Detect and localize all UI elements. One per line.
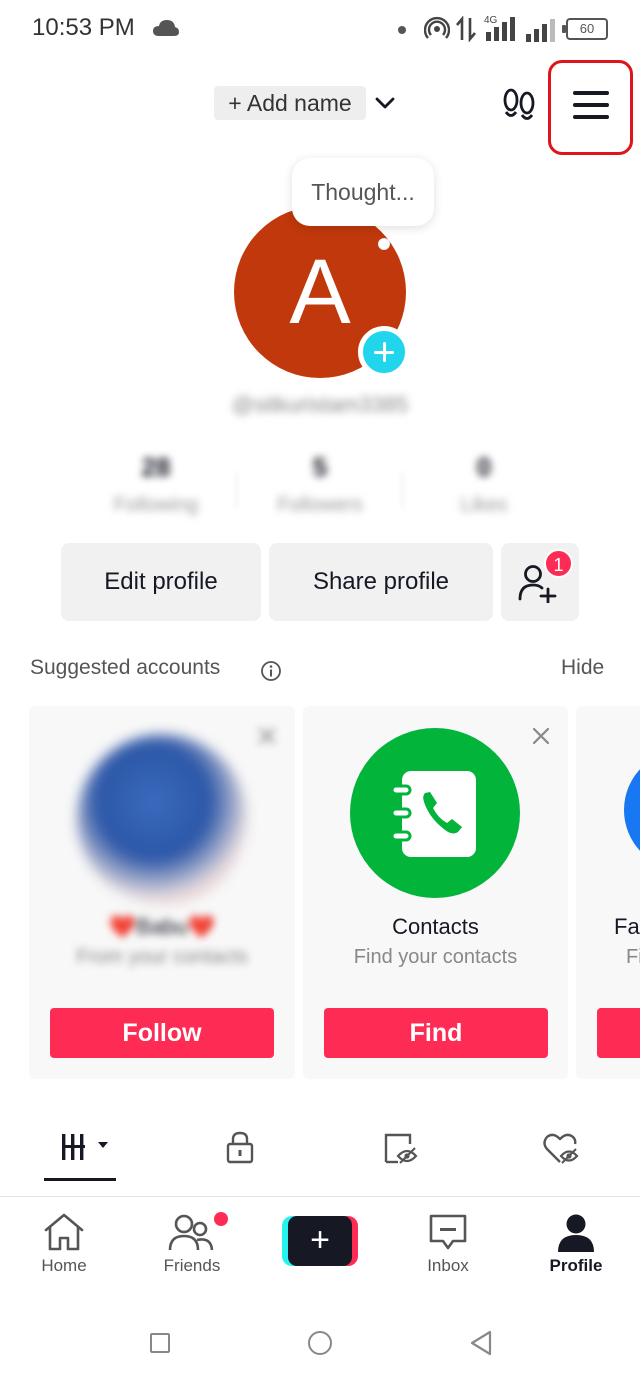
tab-active-indicator	[44, 1178, 116, 1181]
nav-profile-label: Profile	[549, 1256, 603, 1275]
create-button[interactable]: +	[282, 1216, 358, 1266]
inbox-icon	[429, 1214, 467, 1250]
add-avatar-button[interactable]	[358, 326, 410, 378]
stat-following-count[interactable]: 28	[86, 452, 226, 483]
tab-videos[interactable]	[0, 1120, 160, 1180]
find-button[interactable]: Find	[324, 1008, 548, 1058]
reposts-icon	[384, 1133, 418, 1164]
facebook-icon-circle	[624, 750, 640, 870]
card3-subtitle: Fi	[626, 946, 640, 968]
thought-bubble[interactable]: Thought...	[292, 158, 434, 226]
close-icon[interactable]	[257, 726, 277, 746]
data-transfer-icon	[456, 16, 476, 42]
cloud-icon	[153, 20, 179, 36]
tabs-divider	[0, 1196, 640, 1197]
stat-likes-label: Likes	[460, 494, 508, 516]
status-time: 10:53 PM	[32, 14, 135, 41]
tab-liked[interactable]	[480, 1120, 640, 1180]
suggested-user-photo[interactable]	[77, 734, 247, 904]
friends-notification-dot	[214, 1212, 228, 1226]
plus-icon: +	[288, 1216, 352, 1266]
contacts-subtitle: Find your contacts	[353, 946, 518, 968]
hotspot-icon	[424, 16, 450, 39]
recent-apps-button[interactable]	[150, 1333, 170, 1353]
nav-inbox-label: Inbox	[427, 1256, 469, 1275]
close-icon[interactable]	[531, 726, 551, 746]
tab-reposts[interactable]	[320, 1120, 480, 1180]
home-icon	[44, 1213, 84, 1251]
suggested-card: ❤️Babu❤️ From your contacts Follow	[29, 706, 295, 1079]
footprint-icon[interactable]	[500, 86, 538, 122]
contact-book-icon	[390, 771, 476, 857]
signal-icon-secondary	[526, 19, 555, 42]
battery-icon: 60	[562, 18, 608, 40]
hide-suggested-link[interactable]: Hide	[561, 656, 604, 680]
menu-button[interactable]	[548, 60, 633, 155]
chevron-down-icon[interactable]	[374, 92, 396, 114]
stat-divider	[402, 472, 403, 508]
follow-button[interactable]: Follow	[50, 1008, 274, 1058]
share-profile-button[interactable]: Share profile	[269, 543, 493, 621]
svg-text:4G: 4G	[484, 15, 498, 26]
suggested-accounts-title: Suggested accounts	[30, 656, 221, 679]
videos-grid-icon	[62, 1134, 108, 1160]
nav-profile[interactable]: Profile	[526, 1212, 626, 1282]
add-name-button[interactable]: + Add name	[214, 86, 366, 120]
thought-bubble-tail	[378, 238, 390, 250]
stat-followers-label: Followers	[277, 494, 363, 516]
nav-inbox[interactable]: Inbox	[398, 1212, 498, 1282]
menu-icon	[573, 91, 609, 95]
back-icon[interactable]	[468, 1330, 494, 1356]
contacts-icon-circle	[350, 728, 520, 898]
stat-divider	[236, 472, 237, 508]
info-icon[interactable]	[260, 660, 282, 682]
nav-home-label: Home	[41, 1256, 87, 1275]
suggested-card-contacts: Contacts Find your contacts Find	[303, 706, 568, 1079]
liked-icon	[543, 1133, 579, 1164]
contacts-title: Contacts	[392, 914, 479, 939]
suggested-user-subtitle: From your contacts	[76, 946, 248, 968]
private-lock-icon	[226, 1131, 254, 1164]
username: @sitkuristam3385	[231, 392, 409, 417]
signal-icon: 4G	[484, 15, 515, 41]
notification-badge: 1	[544, 549, 573, 578]
stat-following-label: Following	[113, 494, 199, 516]
dot-icon	[398, 26, 406, 34]
suggested-user-name: ❤️Babu❤️	[108, 914, 216, 939]
nav-home[interactable]: Home	[14, 1212, 114, 1282]
friends-icon	[168, 1214, 214, 1251]
profile-icon	[558, 1214, 594, 1252]
edit-profile-button[interactable]: Edit profile	[61, 543, 261, 621]
stat-followers-count[interactable]: 5	[250, 452, 390, 483]
nav-friends-label: Friends	[163, 1256, 221, 1275]
suggested-card-partial: Fa Fi	[576, 706, 640, 1079]
card3-title: Fa	[614, 914, 640, 939]
home-system-button[interactable]	[308, 1331, 332, 1355]
card3-button[interactable]	[597, 1008, 640, 1058]
stat-likes-count[interactable]: 0	[414, 452, 554, 483]
tab-private[interactable]	[160, 1120, 320, 1180]
